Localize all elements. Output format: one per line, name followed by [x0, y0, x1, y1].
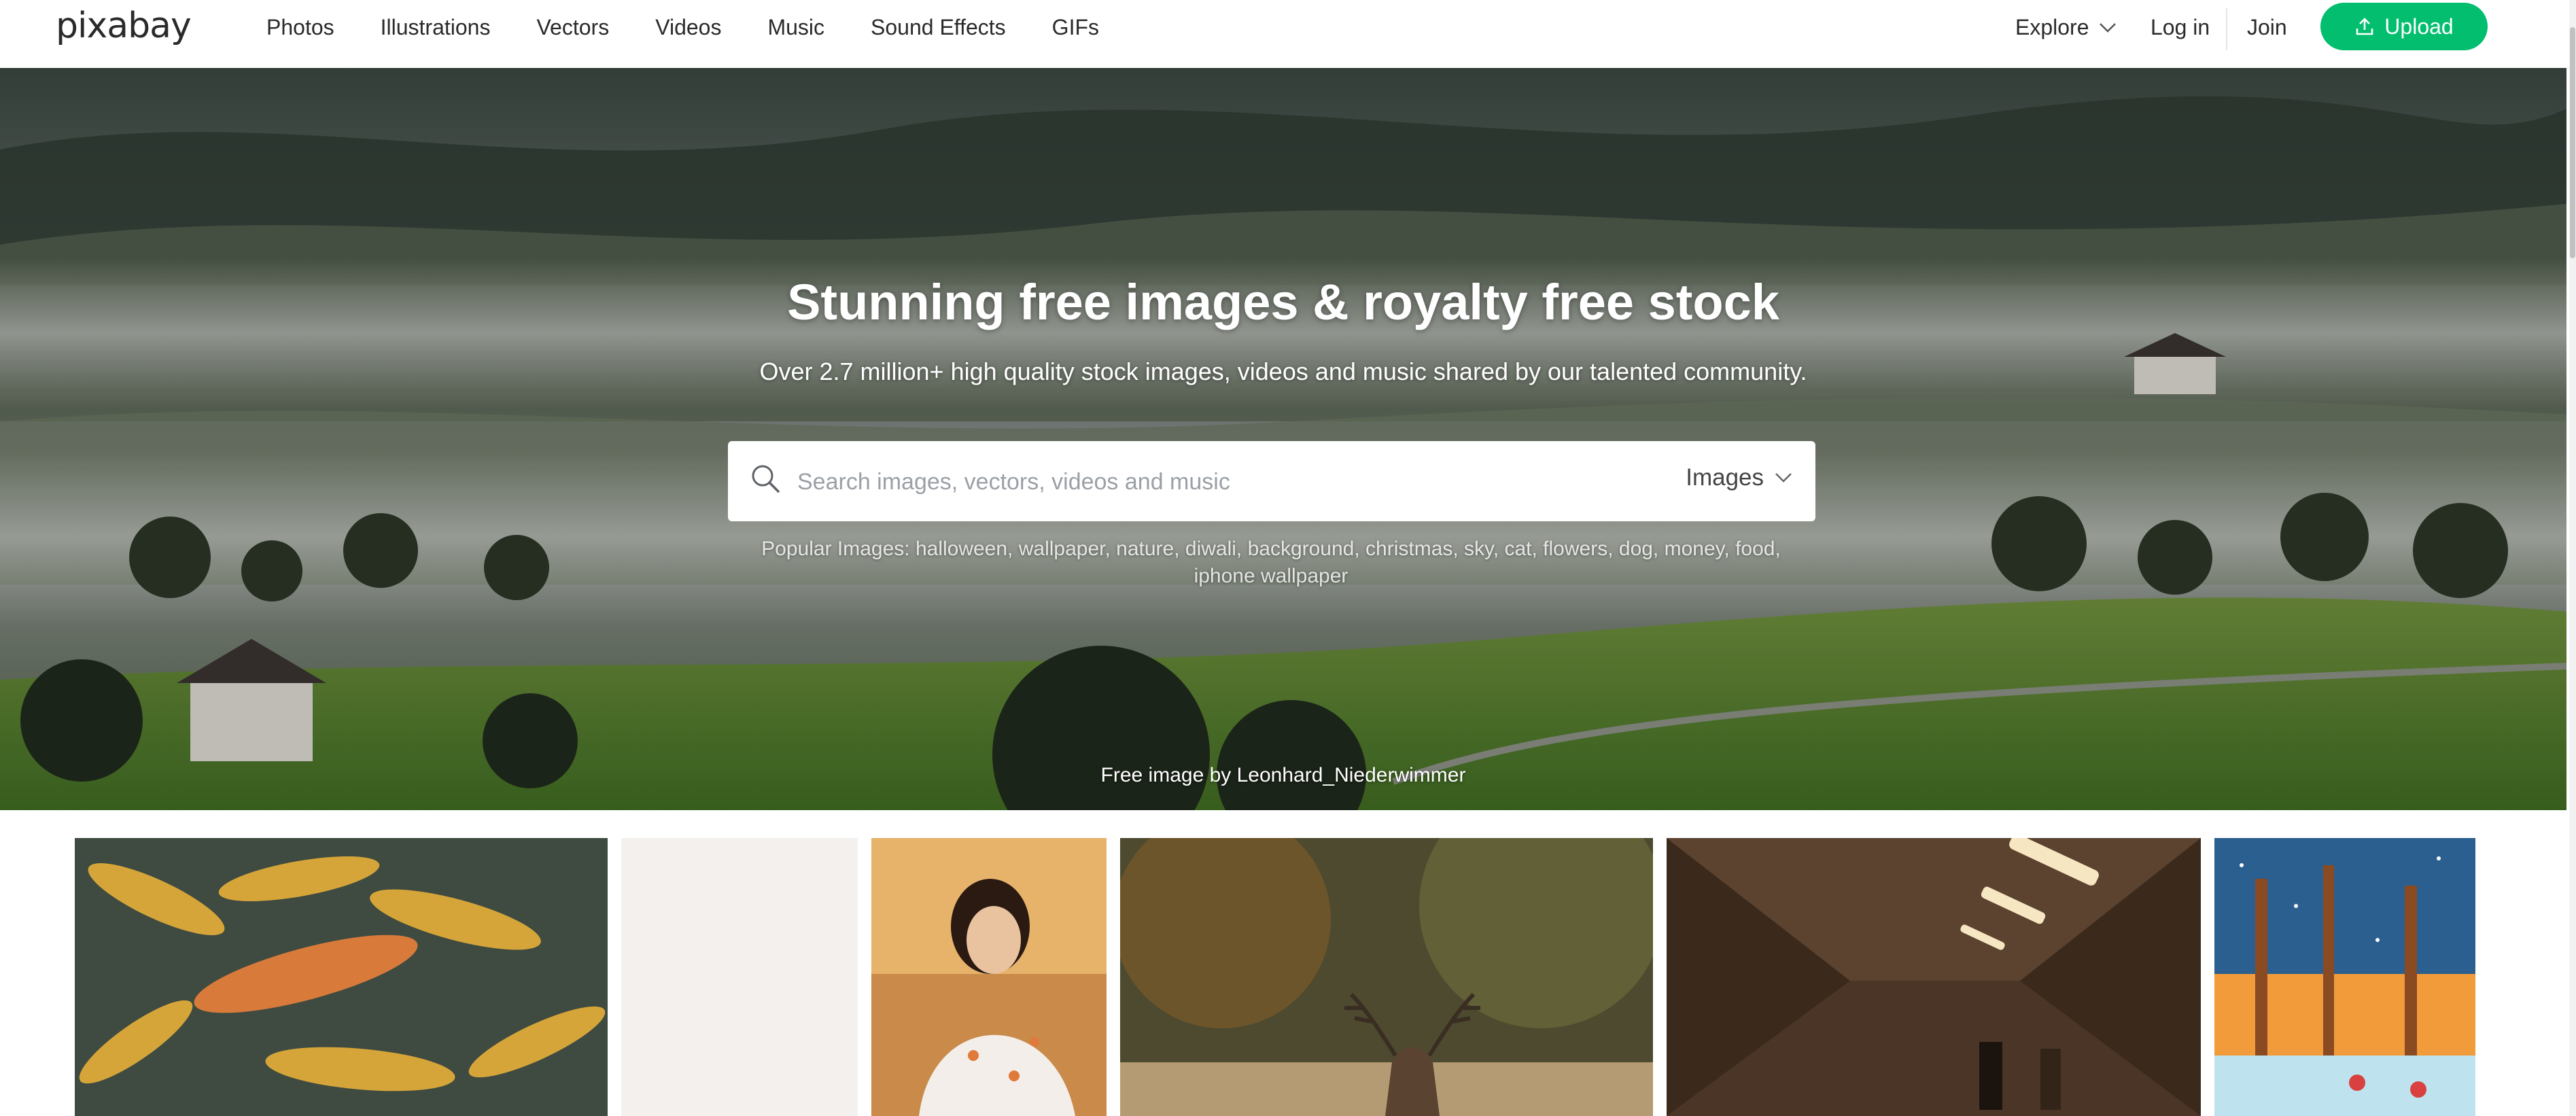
koi-fish-photo	[75, 838, 608, 1116]
hero-section: Stunning free images & royalty free stoc…	[0, 68, 2566, 810]
search-type-dropdown[interactable]: Images	[1686, 464, 1792, 491]
underpass-photo	[1667, 838, 2201, 1116]
popular-searches: Popular Images: halloween, wallpaper, na…	[754, 536, 1788, 590]
nav-link-videos[interactable]: Videos	[655, 15, 721, 40]
upload-label: Upload	[2384, 14, 2454, 39]
chevron-down-icon	[1775, 473, 1792, 483]
top-navbar: pixabay Photos Illustrations Vectors Vid…	[0, 0, 2569, 69]
hero-title: Stunning free images & royalty free stoc…	[787, 274, 1779, 330]
winter-illustration	[2214, 838, 2475, 1116]
search-icon[interactable]	[748, 461, 784, 497]
gallery-image-underpass[interactable]	[1667, 838, 2201, 1116]
gallery-image-koi-fish[interactable]	[75, 838, 608, 1116]
nav-link-photos[interactable]: Photos	[266, 15, 334, 40]
upload-button[interactable]: Upload	[2320, 3, 2488, 50]
image-credit[interactable]: Free image by Leonhard_Niederwimmer	[0, 764, 2566, 787]
hero-landscape-image	[0, 68, 2566, 810]
nav-link-vectors[interactable]: Vectors	[536, 15, 609, 40]
search-bar: Images	[728, 441, 1815, 521]
gallery-image-deer[interactable]	[1120, 838, 1653, 1116]
nav-link-gifs[interactable]: GIFs	[1052, 15, 1099, 40]
login-link[interactable]: Log in	[2151, 15, 2210, 40]
search-input[interactable]	[796, 460, 1628, 504]
nav-link-music[interactable]: Music	[767, 15, 824, 40]
upload-icon	[2356, 18, 2373, 35]
nav-divider	[2226, 8, 2227, 50]
join-link[interactable]: Join	[2247, 15, 2287, 40]
search-type-label: Images	[1686, 464, 1764, 491]
main-nav: Photos Illustrations Vectors Videos Musi…	[266, 15, 1145, 40]
gallery-image-winter-illustration[interactable]	[2214, 838, 2475, 1116]
nav-link-sound-effects[interactable]: Sound Effects	[871, 15, 1006, 40]
hero-subtitle: Over 2.7 million+ high quality stock ima…	[759, 358, 1807, 385]
gallery-image-blank[interactable]	[621, 838, 858, 1116]
explore-menu[interactable]: Explore	[2015, 15, 2117, 40]
gallery-image-woman[interactable]	[871, 838, 1107, 1116]
popular-terms[interactable]: halloween, wallpaper, nature, diwali, ba…	[916, 538, 1781, 587]
nav-link-illustrations[interactable]: Illustrations	[381, 15, 491, 40]
explore-label: Explore	[2015, 15, 2089, 39]
woman-portrait-photo	[871, 838, 1107, 1116]
chevron-down-icon	[2099, 22, 2116, 33]
popular-label: Popular Images:	[761, 538, 910, 560]
page-scrollbar-thumb[interactable]	[2570, 27, 2575, 258]
pixabay-logo[interactable]: pixabay	[56, 5, 192, 46]
deer-photo	[1120, 838, 1653, 1116]
